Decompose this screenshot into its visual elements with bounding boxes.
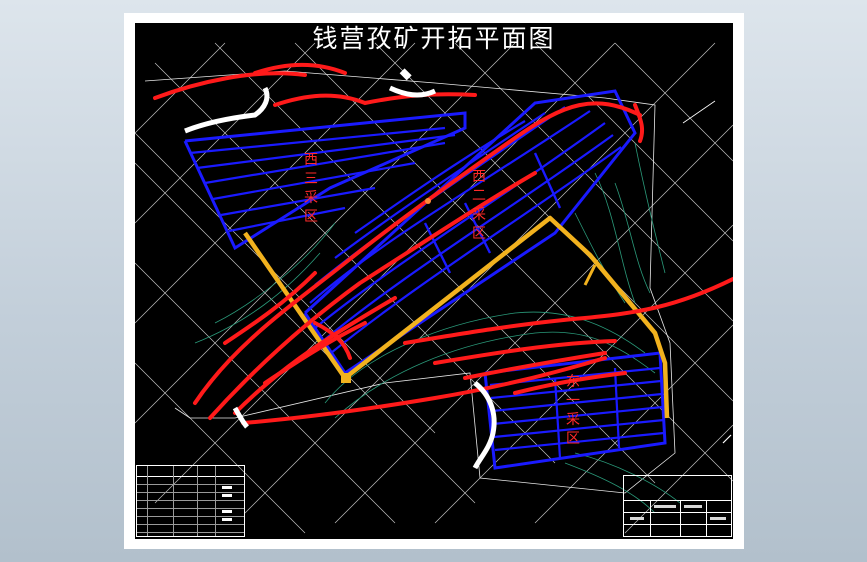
contour-lines (194, 142, 681, 514)
shaft-marker (341, 373, 351, 383)
field-boundary (144, 70, 676, 494)
zone-label-east: 东一采区 (566, 374, 580, 447)
surface-marker (425, 198, 431, 204)
north-triangle-mark (399, 68, 412, 81)
cad-canvas[interactable]: 钱营孜矿开拓平面图 西三采区 西二采区 东一采区 (135, 23, 733, 539)
zone-label-west3: 西三采区 (304, 152, 318, 225)
drawing-sheet: 钱营孜矿开拓平面图 西三采区 西二采区 东一采区 (124, 13, 744, 549)
title-block (623, 475, 732, 537)
map-drawing (135, 42, 733, 534)
legend-table (136, 465, 245, 537)
zone-label-west2: 西二采区 (472, 169, 486, 242)
drawing-title: 钱营孜矿开拓平面图 (312, 24, 556, 53)
north-arrow (682, 100, 716, 124)
